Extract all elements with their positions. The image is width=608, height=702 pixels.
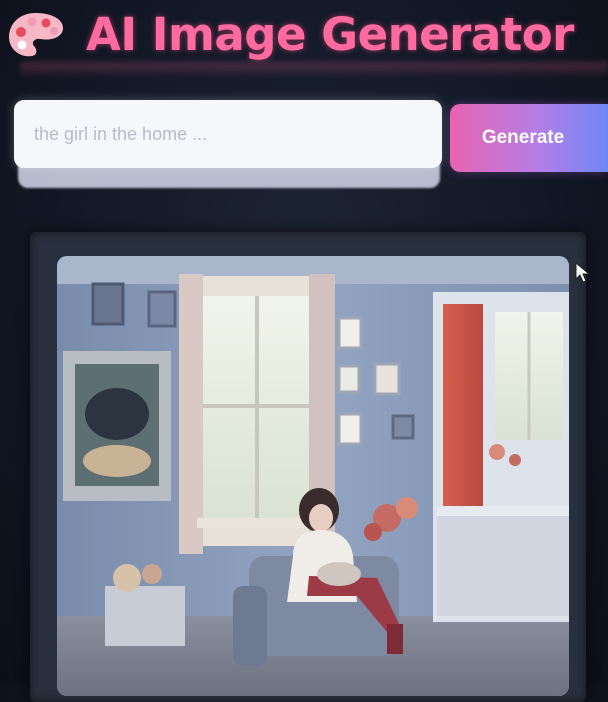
mouse-pointer-icon (575, 262, 591, 283)
app-header: AI Image Generator (0, 0, 608, 78)
generate-button[interactable]: Generate (450, 104, 608, 172)
page-title: AI Image Generator (86, 8, 574, 61)
generated-image (57, 256, 569, 696)
palette-icon (9, 13, 63, 57)
prompt-input[interactable] (14, 100, 442, 168)
title-reflection (20, 62, 608, 78)
